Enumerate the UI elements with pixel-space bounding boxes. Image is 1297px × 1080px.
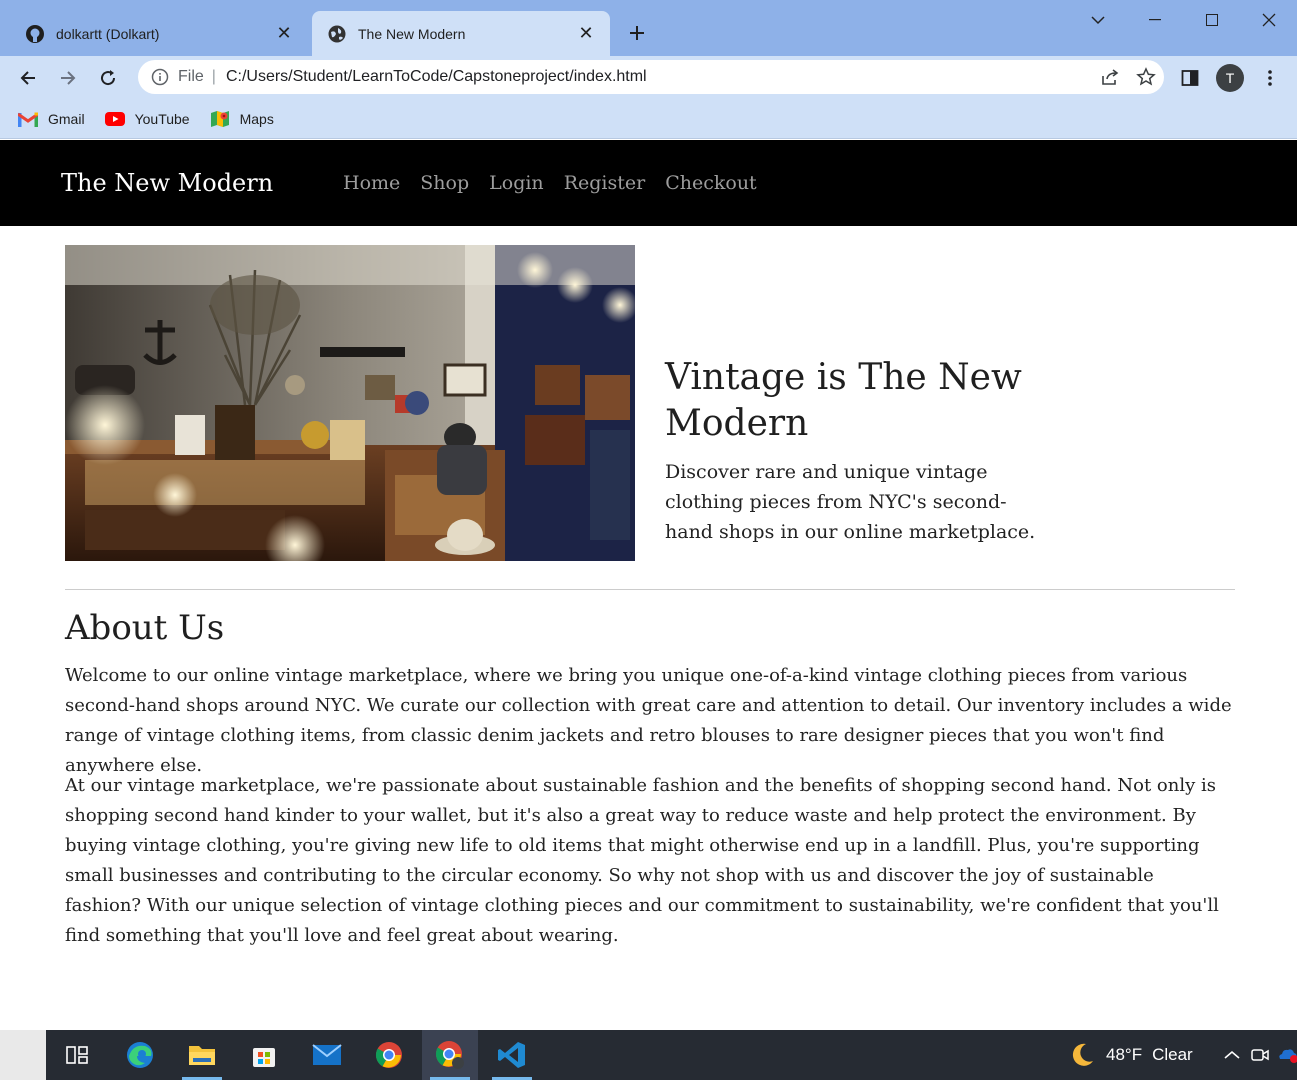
weather-condition: Clear [1152, 1045, 1193, 1064]
back-button[interactable] [10, 60, 46, 96]
close-icon[interactable]: ✕ [274, 23, 294, 44]
about-heading: About Us [65, 608, 225, 648]
scheme-label: File [178, 68, 204, 85]
nav-link-register[interactable]: Register [564, 172, 646, 194]
bookmarks-bar: Gmail YouTube Maps [0, 100, 1297, 139]
bookmark-youtube[interactable]: YouTube [104, 111, 190, 127]
weather-temp: 48°F [1106, 1045, 1143, 1064]
tab-title: dolkartt (Dolkart) [56, 25, 160, 42]
site-navbar: The New Modern Home Shop Login Register … [0, 140, 1297, 226]
chevron-up-icon[interactable] [1218, 1040, 1246, 1070]
bookmark-maps[interactable]: Maps [210, 111, 274, 127]
bookmark-star-icon[interactable] [1128, 62, 1164, 92]
about-paragraph-1: Welcome to our online vintage marketplac… [65, 665, 1232, 776]
avatar: T [1216, 64, 1244, 92]
globe-icon [326, 23, 348, 45]
github-icon [24, 23, 46, 45]
meet-now-icon[interactable] [1246, 1040, 1274, 1070]
minimize-button[interactable] [1127, 0, 1183, 40]
menu-kebab-icon[interactable] [1252, 60, 1288, 96]
tab-github[interactable]: dolkartt (Dolkart) ✕ [10, 11, 308, 56]
taskbar-start-area[interactable] [0, 1030, 46, 1080]
browser-toolbar: File | C:/Users/Student/LearnToCode/Caps… [0, 56, 1297, 100]
file-explorer-icon[interactable] [174, 1030, 230, 1080]
profile-button[interactable]: T [1212, 60, 1248, 96]
onedrive-error-icon[interactable] [1274, 1040, 1297, 1070]
hero-subtitle: Discover rare and unique vintage clothin… [665, 461, 1036, 543]
store-icon[interactable] [236, 1030, 292, 1080]
hero-title: Vintage is The New Modern [665, 357, 1022, 444]
gmail-icon [18, 111, 38, 127]
windows-taskbar: 48°F Clear [0, 1030, 1297, 1080]
maps-icon [210, 111, 230, 127]
youtube-icon [104, 111, 125, 127]
chrome-profile-icon[interactable] [422, 1030, 478, 1080]
hero-image [65, 245, 635, 561]
side-panel-icon[interactable] [1172, 60, 1208, 96]
reload-button[interactable] [90, 60, 126, 96]
tab-strip: dolkartt (Dolkart) ✕ The New Modern ✕ [0, 0, 1297, 56]
new-tab-button[interactable] [622, 18, 652, 48]
share-icon[interactable] [1092, 62, 1128, 92]
tab-title: The New Modern [358, 25, 466, 42]
address-bar[interactable]: File | C:/Users/Student/LearnToCode/Caps… [138, 60, 1164, 94]
scheme-separator: | [211, 68, 216, 85]
task-view-icon[interactable] [49, 1030, 105, 1080]
weather-widget[interactable]: 48°F Clear [1066, 1030, 1193, 1080]
bookmark-label: Gmail [48, 111, 85, 127]
forward-button[interactable] [50, 60, 86, 96]
nav-link-home[interactable]: Home [343, 172, 400, 194]
maximize-button[interactable] [1184, 0, 1240, 40]
section-divider [65, 589, 1235, 590]
nav-link-login[interactable]: Login [489, 172, 544, 194]
site-nav-links: Home Shop Login Register Checkout [343, 172, 777, 194]
web-page: The New Modern Home Shop Login Register … [0, 140, 1297, 1030]
close-icon[interactable]: ✕ [576, 23, 596, 44]
vscode-icon[interactable] [484, 1030, 540, 1080]
about-paragraph-2: At our vintage marketplace, we're passio… [65, 775, 1219, 946]
moon-icon [1066, 1039, 1098, 1071]
system-tray [1218, 1030, 1297, 1080]
chrome-icon[interactable] [361, 1030, 417, 1080]
edge-icon[interactable] [112, 1030, 168, 1080]
chevron-down-icon[interactable] [1070, 0, 1126, 40]
nav-link-shop[interactable]: Shop [420, 172, 469, 194]
url-text[interactable]: C:/Users/Student/LearnToCode/Capstonepro… [226, 68, 1092, 86]
tab-the-new-modern[interactable]: The New Modern ✕ [312, 11, 610, 56]
bookmark-label: Maps [239, 111, 274, 127]
site-brand[interactable]: The New Modern [61, 169, 273, 197]
bookmark-label: YouTube [134, 111, 190, 127]
vintage-shop-photo [65, 245, 635, 561]
nav-link-checkout[interactable]: Checkout [665, 172, 756, 194]
mail-icon[interactable] [299, 1030, 355, 1080]
bookmark-gmail[interactable]: Gmail [18, 111, 85, 127]
window-close-button[interactable] [1241, 0, 1297, 40]
info-icon[interactable] [150, 67, 170, 87]
hero-text: Vintage is The New Modern Discover rare … [665, 355, 1065, 547]
